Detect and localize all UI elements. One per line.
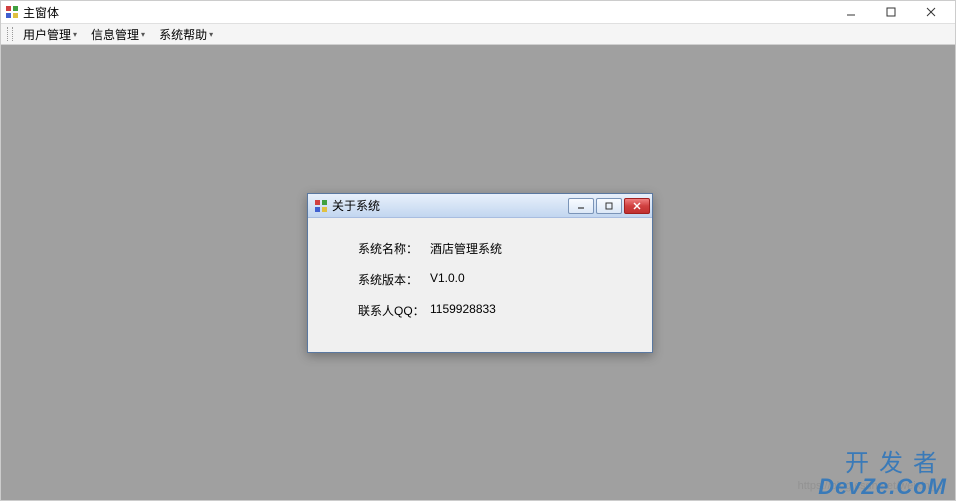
- info-row-system-version: 系统版本： V1.0.0: [358, 271, 642, 288]
- titlebar-left: 主窗体: [5, 4, 59, 21]
- dialog-title: 关于系统: [332, 197, 380, 214]
- dialog-titlebar[interactable]: 关于系统: [308, 194, 652, 218]
- menu-system-help[interactable]: 系统帮助 ▾: [153, 24, 219, 45]
- chevron-down-icon: ▾: [73, 30, 77, 39]
- info-value: V1.0.0: [430, 271, 465, 288]
- info-row-contact-qq: 联系人QQ： 1159928833: [358, 302, 642, 319]
- menu-label: 信息管理: [91, 26, 139, 43]
- menu-label: 用户管理: [23, 26, 71, 43]
- dialog-maximize-button[interactable]: [596, 198, 622, 214]
- menu-user-management[interactable]: 用户管理 ▾: [17, 24, 83, 45]
- main-window: 主窗体 用户管理 ▾ 信息管理 ▾ 系统帮助 ▾: [0, 0, 956, 501]
- close-button[interactable]: [911, 2, 951, 22]
- info-row-system-name: 系统名称： 酒店管理系统: [358, 240, 642, 257]
- dialog-app-icon: [314, 199, 328, 213]
- dialog-title-left: 关于系统: [314, 197, 380, 214]
- dialog-close-button[interactable]: [624, 198, 650, 214]
- menu-info-management[interactable]: 信息管理 ▾: [85, 24, 151, 45]
- chevron-down-icon: ▾: [141, 30, 145, 39]
- info-label: 联系人QQ：: [358, 302, 430, 319]
- faint-url-watermark: https://blog.csdn.net/weixin_...: [798, 480, 945, 492]
- info-value: 1159928833: [430, 302, 496, 319]
- main-window-controls: [831, 2, 951, 22]
- about-dialog: 关于系统 系统名称： 酒店管理系统: [307, 193, 653, 353]
- info-label: 系统版本：: [358, 271, 430, 288]
- chevron-down-icon: ▾: [209, 30, 213, 39]
- main-title: 主窗体: [23, 4, 59, 21]
- dialog-minimize-button[interactable]: [568, 198, 594, 214]
- menu-grip-icon: [7, 27, 13, 41]
- menu-label: 系统帮助: [159, 26, 207, 43]
- minimize-button[interactable]: [831, 2, 871, 22]
- watermark-line1: 开发者: [818, 452, 947, 476]
- info-label: 系统名称：: [358, 240, 430, 257]
- app-icon: [5, 5, 19, 19]
- menubar: 用户管理 ▾ 信息管理 ▾ 系统帮助 ▾: [1, 23, 955, 45]
- watermark-line2: DevZe.CoM: [818, 476, 947, 498]
- watermark: 开发者 DevZe.CoM: [818, 452, 947, 498]
- dialog-window-controls: [568, 198, 650, 214]
- info-value: 酒店管理系统: [430, 240, 502, 257]
- maximize-button[interactable]: [871, 2, 911, 22]
- mdi-client-area: 关于系统 系统名称： 酒店管理系统: [1, 45, 955, 500]
- main-titlebar[interactable]: 主窗体: [1, 1, 955, 23]
- dialog-body: 系统名称： 酒店管理系统 系统版本： V1.0.0 联系人QQ： 1159928…: [308, 218, 652, 352]
